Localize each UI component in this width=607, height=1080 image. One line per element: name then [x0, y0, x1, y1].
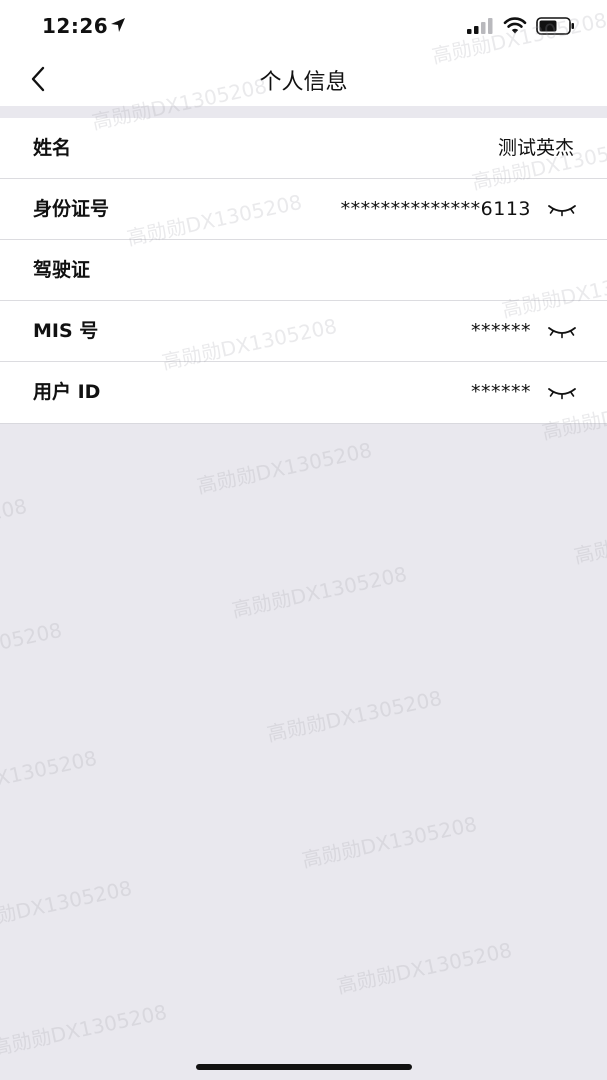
watermark: 高勋勋DX1305208	[264, 685, 445, 747]
row-value: ******	[471, 320, 531, 342]
row-label: 姓名	[33, 137, 72, 159]
page-title: 个人信息	[259, 70, 348, 95]
home-indicator[interactable]	[196, 1064, 412, 1070]
status-time: 12:26	[42, 14, 109, 38]
watermark: 高勋勋DX1305208	[0, 617, 65, 679]
watermark: 高勋勋DX1305208	[571, 507, 607, 569]
toggle-visibility-button[interactable]	[547, 199, 577, 221]
row-label: 身份证号	[33, 198, 110, 220]
watermark: 高勋勋DX1305208	[0, 875, 135, 937]
row-value: **************6113	[340, 198, 531, 220]
eye-closed-icon	[548, 205, 576, 217]
row-value: ******	[471, 381, 531, 403]
toggle-visibility-button[interactable]	[547, 382, 577, 404]
row-drivers-license[interactable]: 驾驶证	[0, 240, 607, 301]
eye-closed-icon	[548, 388, 576, 400]
battery-icon	[536, 17, 574, 35]
location-arrow-icon	[111, 18, 125, 32]
screen: 12:26 个人信息 姓名 测试英杰 身份证号 **************61…	[0, 0, 607, 1080]
watermark: 高勋勋DX1305208	[0, 745, 100, 807]
row-label: 用户 ID	[33, 381, 101, 403]
watermark: 高勋勋DX1305208	[229, 561, 410, 623]
row-user-id: 用户 ID ******	[0, 362, 607, 423]
cellular-signal-icon	[467, 18, 493, 34]
watermark: 高勋勋DX1305208	[194, 437, 375, 499]
toggle-visibility-button[interactable]	[547, 321, 577, 343]
eye-closed-icon	[548, 327, 576, 339]
navigation-bar: 个人信息	[0, 52, 607, 106]
row-label: MIS 号	[33, 320, 99, 342]
row-label: 驾驶证	[33, 259, 91, 281]
row-mis-number: MIS 号 ******	[0, 301, 607, 362]
row-id-number: 身份证号 **************6113	[0, 179, 607, 240]
watermark: 高勋勋DX1305208	[299, 811, 480, 873]
row-value: 测试英杰	[497, 137, 574, 159]
watermark: 高勋勋DX1305208	[334, 937, 515, 999]
row-name: 姓名 测试英杰	[0, 118, 607, 179]
status-bar: 12:26	[0, 0, 607, 52]
watermark: 高勋勋DX1305208	[0, 493, 30, 555]
personal-info-list: 姓名 测试英杰 身份证号 **************6113 驾驶证 MIS …	[0, 118, 607, 424]
watermark: 高勋勋DX1305208	[0, 999, 170, 1061]
wifi-icon	[503, 17, 527, 34]
